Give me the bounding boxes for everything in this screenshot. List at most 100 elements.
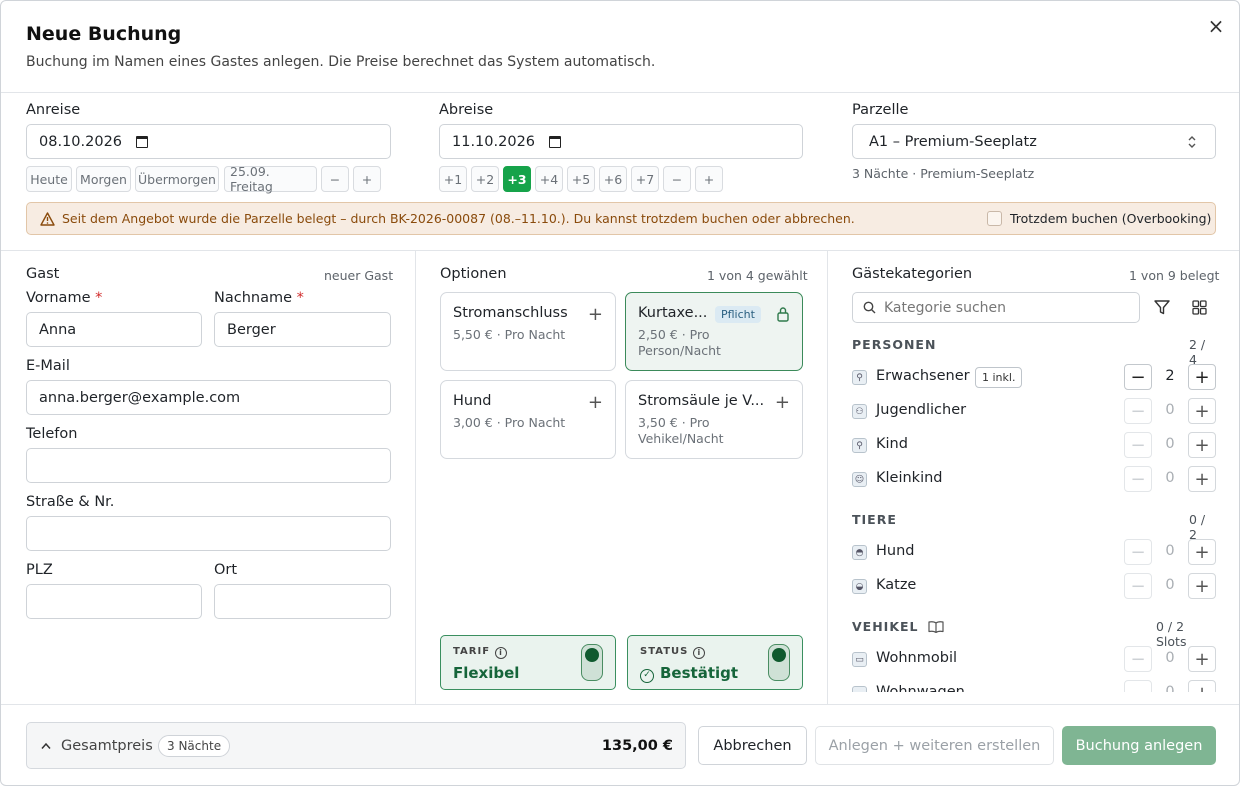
create-another-button[interactable]: Anlegen + weiteren erstellen [815,726,1054,765]
firstname-input[interactable]: Anna [26,312,202,347]
total-price-bar[interactable]: Gesamtpreis 3 Nächte 135,00 € [26,722,686,769]
category-quantity: 0 [1165,684,1175,692]
chevron-up-icon[interactable] [41,742,51,750]
category-quantity: 0 [1165,543,1175,559]
dog-icon: ◓ [852,545,867,560]
cancel-button[interactable]: Abbrechen [698,726,807,765]
decrement-button[interactable]: − [1124,573,1152,599]
departure-quick-chip[interactable]: +1 [439,166,467,192]
overbooking-warning: Seit dem Angebot wurde die Parzelle bele… [26,202,1216,235]
status-switch[interactable] [768,644,790,681]
option-card-power[interactable]: Stromanschluss 5,50 € · Pro Nacht + [440,292,616,371]
increment-button[interactable]: + [1188,398,1216,424]
decrement-button[interactable]: − [1124,646,1152,672]
animals-count: 0 / 2 [1189,512,1206,542]
plus-icon[interactable]: + [588,304,603,325]
group-icon: ⚇ [852,404,867,419]
departure-quick-chip[interactable]: +2 [471,166,499,192]
book-icon[interactable] [928,620,944,634]
departure-date-input[interactable]: 11.10.2026 [439,124,803,159]
arrival-quick-chip[interactable]: Übermorgen [135,166,219,192]
increment-button[interactable]: + [1188,680,1216,692]
departure-quick-chip[interactable]: + [695,166,723,192]
departure-quick-chip[interactable]: +4 [535,166,563,192]
status-label: STATUS i [640,646,705,659]
increment-button[interactable]: + [1188,364,1216,390]
baby-icon: ☺ [852,472,867,487]
warning-icon [40,211,55,226]
street-input[interactable] [26,516,391,551]
decrement-button[interactable]: − [1124,680,1152,692]
calendar-icon[interactable] [136,135,149,148]
status-value: ✓ Bestätigt [640,664,738,683]
email-input[interactable]: anna.berger@example.com [26,380,391,415]
decrement-button[interactable]: − [1124,398,1152,424]
arrival-quick-chip[interactable]: + [353,166,381,192]
arrival-date-input[interactable]: 08.10.2026 [26,124,391,159]
check-circle-icon: ✓ [640,669,654,683]
included-badge: 1 inkl. [975,367,1023,388]
departure-date-value: 11.10.2026 [452,133,536,150]
zip-input[interactable] [26,584,202,619]
category-search-input[interactable]: Kategorie suchen [852,292,1140,323]
decrement-button[interactable]: − [1124,432,1152,458]
email-label: E-Mail [26,358,70,374]
pitch-select[interactable]: A1 – Premium-Seeplatz [852,124,1216,159]
increment-button[interactable]: + [1188,432,1216,458]
category-quantity: 0 [1165,577,1175,593]
city-input[interactable] [214,584,391,619]
phone-input[interactable] [26,448,391,483]
create-booking-button[interactable]: Buchung anlegen [1062,726,1216,765]
decrement-button[interactable]: − [1124,364,1152,390]
chevron-up-down-icon [1188,136,1196,148]
option-card-power-per-vehicle[interactable]: Stromsäule je V... 3,50 € · Pro Vehikel/… [625,380,803,459]
calendar-icon[interactable] [549,135,562,148]
dialog-title: Neue Buchung [26,23,182,45]
arrival-quick-chip[interactable]: − [321,166,349,192]
category-quantity: 0 [1165,650,1175,666]
lastname-input[interactable]: Berger [214,312,391,347]
info-icon: i [692,647,705,659]
status-toggle-card[interactable]: STATUS i ✓ Bestätigt [627,635,803,690]
arrival-quick-chip[interactable]: Morgen [76,166,131,192]
arrival-quick-chip[interactable]: Heute [26,166,72,192]
arrival-label: Anreise [26,102,81,118]
total-label: Gesamtpreis [61,738,153,754]
decrement-button[interactable]: − [1124,539,1152,565]
departure-quick-chip[interactable]: +5 [567,166,595,192]
increment-button[interactable]: + [1188,466,1216,492]
option-card-tourist-tax[interactable]: Kurtaxe... 2,50 € · Pro Person/Nacht Pfl… [625,292,803,371]
vehicles-count: 0 / 2 Slots [1156,619,1187,649]
search-icon [863,301,876,314]
increment-button[interactable]: + [1188,573,1216,599]
filter-icon[interactable] [1154,300,1170,315]
departure-label: Abreise [439,102,494,118]
departure-quick-chip[interactable]: +3 [503,166,531,192]
grid-icon[interactable] [1192,300,1207,315]
pitch-hint: 3 Nächte · Premium-Seeplatz [852,166,1035,181]
category-quantity: 2 [1165,368,1175,384]
plus-icon[interactable]: + [588,392,603,413]
category-name: Hund [876,543,915,559]
tariff-switch[interactable] [581,644,603,681]
arrival-quick-chip[interactable]: 25.09. Freitag [224,164,317,194]
close-icon[interactable]: × [1206,16,1226,36]
tariff-toggle-card[interactable]: TARIF i Flexibel [440,635,616,690]
departure-quick-chip[interactable]: +7 [631,166,659,192]
firstname-label: Vorname * [26,290,103,306]
plus-icon[interactable]: + [775,392,790,413]
decrement-button[interactable]: − [1124,466,1152,492]
cat-icon: ◒ [852,579,867,594]
arrival-date-value: 08.10.2026 [39,133,123,150]
increment-button[interactable]: + [1188,539,1216,565]
zip-label: PLZ [26,562,53,578]
nights-badge: 3 Nächte [158,735,231,757]
option-card-dog[interactable]: Hund 3,00 € · Pro Nacht + [440,380,616,459]
overbooking-checkbox[interactable] [987,211,1002,226]
departure-quick-chip[interactable]: +6 [599,166,627,192]
overbooking-checkbox-label[interactable]: Trotzdem buchen (Overbooking) [1010,211,1211,226]
increment-button[interactable]: + [1188,646,1216,672]
divider [1,704,1239,705]
departure-quick-chip[interactable]: − [663,166,691,192]
category-name: Erwachsener [876,368,970,384]
